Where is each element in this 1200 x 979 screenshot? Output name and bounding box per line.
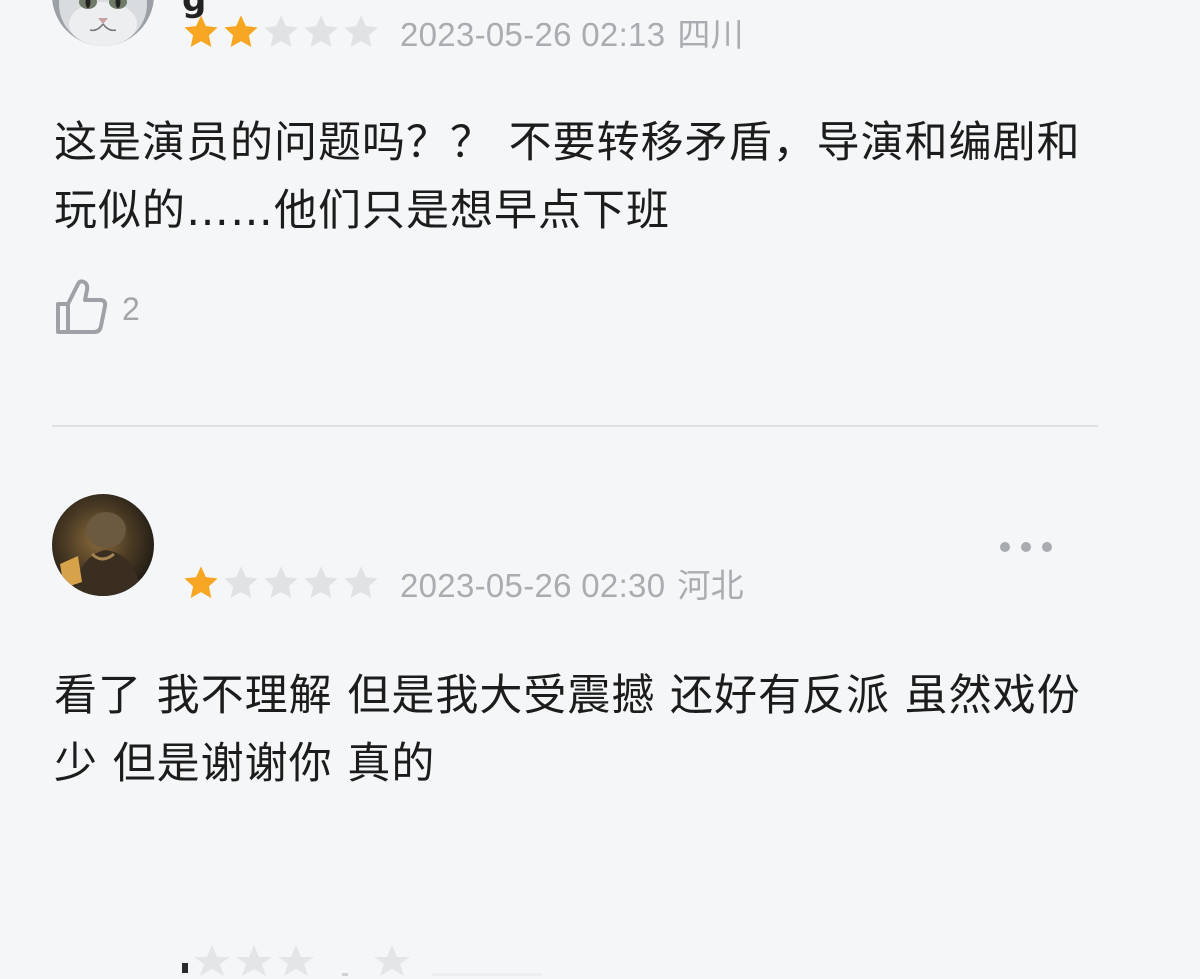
more-dots-icon [1021,542,1031,552]
like-button[interactable]: 2 [54,277,140,337]
username-blurred[interactable] [182,939,542,979]
character-avatar-icon [52,494,154,596]
review-meta: 2023-05-26 02:13 四川 [400,8,744,56]
avatar[interactable] [52,494,154,596]
star-empty-icon [344,15,378,48]
star-empty-icon [264,15,298,48]
star-filled-icon [224,15,258,48]
star-empty-icon [264,566,298,599]
star-rating [182,13,380,51]
blurred-name-image [182,945,542,976]
thumbs-up-icon [56,279,108,334]
review-item: 2023-05-26 02:30 河北 看了 我不理解 但是我大受震撼 还好有反派… [0,427,1200,976]
star-filled-icon [184,15,218,48]
star-empty-icon [304,566,338,599]
star-empty-icon [344,566,378,599]
review-content: 这是演员的问题吗？？ 不要转移矛盾，导演和编剧和玩似的……他们只是想早点下班 [54,118,1081,236]
star-empty-icon [224,566,258,599]
review-item: g 2023-05-26 02:13 四川 这是演员的问题吗？？ 不要转移矛盾，导… [0,0,1200,425]
like-count: 2 [122,290,140,327]
review-date: 2023-05-26 02:13 [400,16,666,53]
review-location: 四川 [677,16,744,53]
star-filled-icon [184,566,218,599]
review-content: 看了 我不理解 但是我大受震撼 还好有反派 虽然戏份少 但是谢谢你 真的 [54,671,1081,789]
star-rating [182,564,380,602]
cat-avatar-icon [52,0,154,46]
avatar[interactable] [52,0,154,46]
review-date: 2023-05-26 02:30 [400,567,666,604]
review-location: 河北 [677,567,744,604]
rating-row: 2023-05-26 02:30 河北 [182,563,744,604]
more-dots-icon [1042,542,1052,552]
review-meta: 2023-05-26 02:30 河北 [400,559,744,607]
more-dots-icon [1000,542,1010,552]
more-options-button[interactable] [1000,535,1052,559]
star-empty-icon [304,15,338,48]
rating-row: 2023-05-26 02:13 四川 [182,12,744,53]
